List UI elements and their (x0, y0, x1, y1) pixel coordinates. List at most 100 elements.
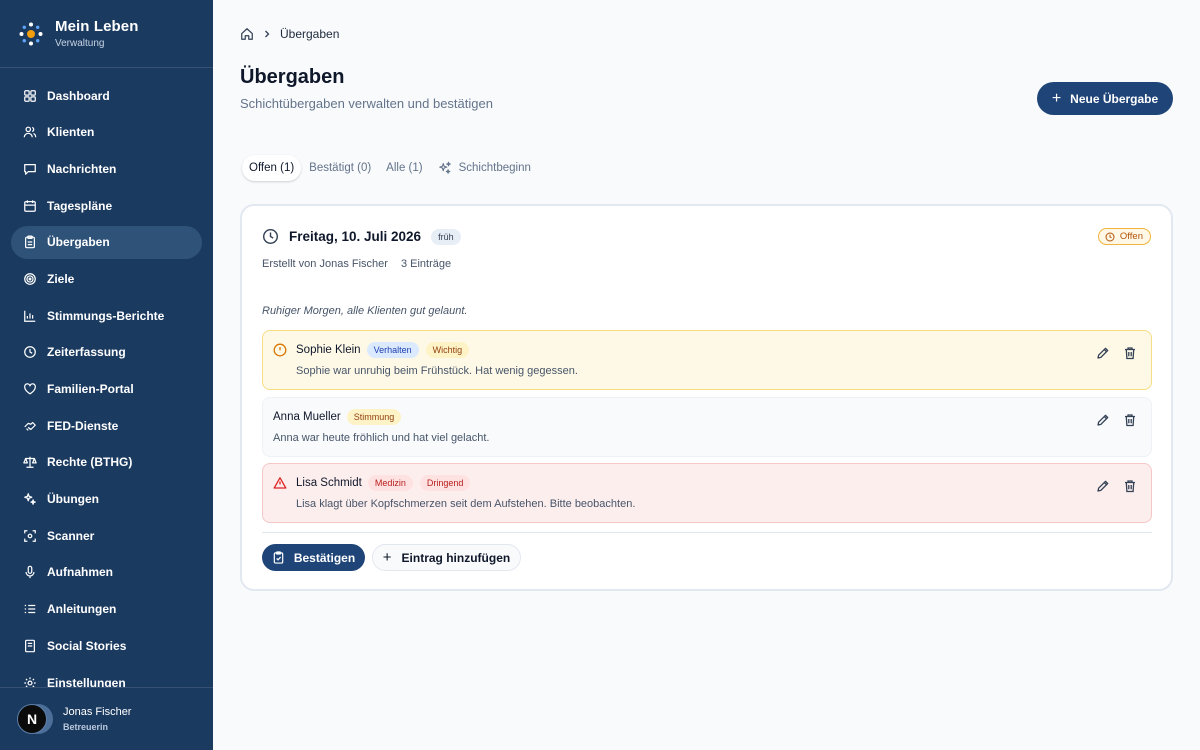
alert-circle-icon (273, 343, 287, 357)
tab-label: Schichtbeginn (458, 162, 531, 174)
confirm-button[interactable]: Bestätigen (262, 544, 365, 571)
sidebar-item-klienten[interactable]: Klienten (11, 116, 202, 149)
sidebar-item-rechte[interactable]: Rechte (BTHG) (11, 446, 202, 479)
sidebar-item-label: Klienten (47, 125, 95, 140)
grid-icon (23, 89, 37, 103)
category-tag: Stimmung (346, 409, 402, 425)
sun-logo-icon (19, 22, 43, 45)
edit-icon[interactable] (1096, 479, 1110, 493)
sidebar-item-label: Tagespläne (47, 198, 113, 213)
breadcrumb-current: Übergaben (280, 27, 340, 41)
alert-triangle-icon (273, 476, 287, 490)
handover-entry: Sophie Klein Verhalten Wichtig Sophie wa… (262, 330, 1152, 390)
scale-icon (23, 455, 37, 469)
book-icon (23, 639, 37, 653)
tab-schichtbeginn[interactable]: Schichtbeginn (431, 155, 538, 181)
sidebar-item-label: Social Stories (47, 638, 127, 653)
heart-icon (23, 382, 37, 396)
list-icon (23, 602, 37, 616)
puzzle-icon (23, 492, 37, 506)
brand-subtitle: Verwaltung (55, 38, 105, 49)
sidebar-item-fed-dienste[interactable]: FED-Dienste (11, 409, 202, 442)
user-profile[interactable]: N Jonas Fischer Betreuerin (0, 687, 213, 750)
plus-icon: + (1051, 89, 1062, 107)
user-name: Jonas Fischer (63, 706, 132, 718)
users-icon (23, 125, 37, 139)
tab-offen[interactable]: Offen (1) (242, 155, 302, 181)
handover-note: Ruhiger Morgen, alle Klienten gut gelaun… (262, 305, 468, 317)
handshake-icon (23, 419, 37, 433)
priority-tag: Wichtig (425, 342, 470, 358)
edit-icon[interactable] (1096, 346, 1110, 360)
sidebar-item-label: Übungen (47, 492, 99, 507)
category-tag: Verhalten (366, 342, 419, 358)
divider (262, 532, 1152, 533)
sidebar-item-zeiterfassung[interactable]: Zeiterfassung (11, 336, 202, 369)
sidebar-item-label: Familien-Portal (47, 382, 134, 396)
sidebar-item-label: Dashboard (47, 88, 110, 103)
entry-text: Lisa klagt über Kopfschmerzen seit dem A… (296, 498, 636, 510)
sidebar-item-stimmungs-berichte[interactable]: Stimmungs-Berichte (11, 299, 202, 332)
sidebar-item-dashboard[interactable]: Dashboard (11, 79, 202, 112)
sidebar-item-label: Aufnahmen (47, 565, 113, 580)
sidebar-item-label: Scanner (47, 528, 95, 543)
brand[interactable]: Mein Leben Verwaltung (0, 0, 213, 68)
target-icon (23, 272, 37, 286)
confirm-label: Bestätigen (293, 550, 356, 565)
handover-entry: Anna Mueller Stimmung Anna war heute frö… (262, 397, 1152, 457)
sidebar-item-label: FED-Dienste (47, 418, 119, 433)
scan-icon (23, 529, 37, 543)
sidebar-item-aufnahmen[interactable]: Aufnahmen (11, 556, 202, 589)
sidebar-item-label: Zeiterfassung (47, 345, 126, 360)
trash-icon[interactable] (1123, 346, 1137, 360)
shift-badge: früh (431, 228, 461, 245)
sidebar-item-tagesplaene[interactable]: Tagespläne (11, 189, 202, 222)
sidebar-item-label: Rechte (BTHG) (47, 455, 133, 470)
brand-title: Mein Leben (55, 18, 139, 35)
sidebar-item-uebergaben[interactable]: Übergaben (11, 225, 202, 259)
plus-icon: + (382, 549, 392, 566)
trash-icon[interactable] (1123, 479, 1137, 493)
bar-chart-icon (23, 309, 37, 323)
add-entry-button[interactable]: + Eintrag hinzufügen (372, 544, 521, 571)
tab-alle[interactable]: Alle (1) (379, 155, 429, 181)
tab-bestaetigt[interactable]: Bestätigt (0) (302, 155, 378, 181)
chevron-right-icon (265, 30, 270, 38)
trash-icon[interactable] (1123, 413, 1137, 427)
status-badge: Offen (1097, 228, 1151, 245)
add-entry-label: Eintrag hinzufügen (401, 550, 511, 565)
sidebar-item-label: Anleitungen (47, 602, 117, 617)
sidebar: Mein Leben Verwaltung Dashboard Klienten… (0, 0, 213, 750)
clock-icon (23, 345, 37, 359)
sidebar-item-nachrichten[interactable]: Nachrichten (11, 152, 202, 185)
user-role: Betreuerin (63, 722, 109, 732)
page-title: Übergaben (240, 66, 345, 88)
mic-icon (23, 565, 37, 579)
page-subtitle: Schichtübergaben verwalten und bestätige… (240, 96, 493, 111)
sidebar-nav: Dashboard Klienten Nachrichten Tagesplän… (0, 68, 213, 699)
sidebar-item-anleitungen[interactable]: Anleitungen (11, 593, 202, 626)
created-by: Erstellt von Jonas Fischer (262, 258, 388, 270)
edit-icon[interactable] (1096, 413, 1110, 427)
new-handover-button[interactable]: + Neue Übergabe (1037, 82, 1173, 115)
sidebar-item-scanner[interactable]: Scanner (11, 519, 202, 552)
sidebar-item-familien-portal[interactable]: Familien-Portal (11, 373, 202, 406)
calendar-icon (23, 199, 37, 213)
entry-text: Anna war heute fröhlich und hat viel gel… (273, 432, 490, 444)
priority-tag: Dringend (419, 475, 471, 491)
avatar-initial: N (17, 704, 47, 734)
sidebar-item-social-stories[interactable]: Social Stories (11, 629, 202, 662)
sidebar-item-uebungen[interactable]: Übungen (11, 483, 202, 516)
message-icon (23, 162, 37, 176)
home-icon[interactable] (240, 27, 254, 41)
sparkles-icon (438, 161, 451, 174)
sidebar-item-label: Nachrichten (47, 161, 117, 176)
client-name: Lisa Schmidt (296, 477, 362, 489)
category-tag: Medizin (367, 475, 413, 491)
breadcrumb: Übergaben (240, 27, 339, 41)
handover-meta: Erstellt von Jonas Fischer 3 Einträge (262, 258, 451, 270)
sidebar-item-label: Übergaben (47, 235, 110, 250)
status-label: Offen (1119, 231, 1143, 242)
handover-card: Freitag, 10. Juli 2026 früh Offen Erstel… (240, 204, 1173, 591)
sidebar-item-ziele[interactable]: Ziele (11, 262, 202, 295)
